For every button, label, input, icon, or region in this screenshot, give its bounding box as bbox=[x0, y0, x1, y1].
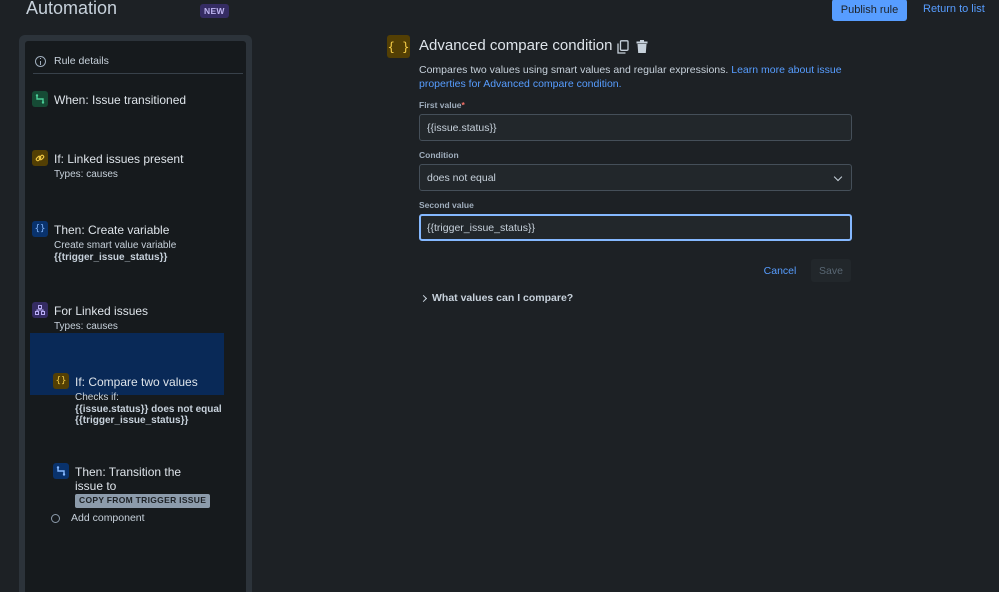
rule-details-item[interactable]: Rule details bbox=[33, 49, 243, 74]
variable-name: {{trigger_issue_status}} bbox=[54, 252, 167, 263]
condition-description: Compares two values using smart values a… bbox=[419, 63, 859, 91]
step-subtitle: Types: causes bbox=[54, 321, 118, 333]
step-then-create-variable[interactable]: {} Then: Create variable Create smart va… bbox=[32, 221, 232, 266]
expander-label: What values can I compare? bbox=[432, 292, 573, 304]
add-circle-icon bbox=[51, 514, 60, 523]
step-subtitle: Checks if: {{issue.status}} does not equ… bbox=[75, 392, 222, 427]
step-title: Then: Create variable bbox=[54, 223, 169, 237]
step-subtitle-text: Create smart value variable bbox=[54, 240, 176, 251]
braces-icon: { } bbox=[387, 35, 410, 58]
step-title: When: Issue transitioned bbox=[54, 93, 186, 107]
step-title-line-2: issue to bbox=[75, 479, 116, 493]
step-subtitle: Create smart value variable {{trigger_is… bbox=[54, 240, 176, 263]
step-subtitle: COPY FROM TRIGGER ISSUE bbox=[75, 493, 210, 508]
braces-icon: {} bbox=[53, 373, 69, 389]
step-title: If: Linked issues present bbox=[54, 152, 183, 166]
publish-rule-button[interactable]: Publish rule bbox=[832, 0, 907, 21]
return-to-list-link[interactable]: Return to list bbox=[923, 3, 985, 15]
add-component-label: Add component bbox=[71, 512, 145, 524]
step-title: For Linked issues bbox=[54, 304, 148, 318]
step-for-linked-issues[interactable]: For Linked issues Types: causes bbox=[32, 302, 232, 337]
add-component-button[interactable]: Add component bbox=[51, 512, 145, 524]
step-then-transition-issue[interactable]: Then: Transition the issue to COPY FROM … bbox=[53, 463, 238, 508]
app: Automation NEW Publish rule Return to li… bbox=[0, 0, 999, 592]
first-value-input[interactable]: {{issue.status}} bbox=[419, 114, 852, 141]
step-if-compare-two-values[interactable]: {} If: Compare two values Checks if: {{i… bbox=[53, 373, 238, 428]
condition-title: Advanced compare condition bbox=[419, 37, 612, 54]
description-text: Compares two values using smart values a… bbox=[419, 64, 731, 76]
transition-icon bbox=[32, 91, 48, 107]
info-icon bbox=[35, 56, 46, 67]
step-when-issue-transitioned[interactable]: When: Issue transitioned bbox=[32, 91, 232, 113]
second-value-label: Second value bbox=[419, 200, 474, 210]
first-value-label-text: First value bbox=[419, 100, 462, 110]
new-badge: NEW bbox=[200, 4, 229, 18]
transition-icon bbox=[53, 463, 69, 479]
condition-selected-value: does not equal bbox=[427, 172, 496, 184]
braces-icon: {} bbox=[32, 221, 48, 237]
step-subtitle-text: Checks if: bbox=[75, 392, 119, 403]
first-value-label: First value* bbox=[419, 100, 465, 110]
copy-from-trigger-tag: COPY FROM TRIGGER ISSUE bbox=[75, 494, 210, 508]
page-title: Automation bbox=[26, 0, 117, 19]
step-subtitle: Types: causes bbox=[54, 169, 118, 181]
required-marker: * bbox=[462, 100, 465, 110]
cancel-button[interactable]: Cancel bbox=[756, 260, 804, 282]
branch-icon bbox=[32, 302, 48, 318]
trash-icon[interactable] bbox=[636, 40, 648, 53]
step-title-line-1: Then: Transition the bbox=[75, 465, 181, 479]
step-title: If: Compare two values bbox=[75, 375, 198, 389]
step-title: Then: Transition the issue to bbox=[75, 465, 181, 493]
second-value-input[interactable]: {{trigger_issue_status}} bbox=[419, 214, 852, 241]
what-values-expander[interactable]: What values can I compare? bbox=[419, 292, 573, 304]
chevron-right-icon bbox=[420, 294, 427, 301]
condition-label: Condition bbox=[419, 150, 459, 160]
compare-expression-2: {{trigger_issue_status}} bbox=[75, 415, 188, 426]
chevron-down-icon bbox=[834, 173, 842, 181]
copy-icon[interactable] bbox=[617, 40, 629, 54]
condition-select[interactable]: does not equal bbox=[419, 164, 852, 191]
compare-expression: {{issue.status}} does not equal bbox=[75, 404, 222, 415]
save-button[interactable]: Save bbox=[811, 259, 851, 282]
rule-details-label: Rule details bbox=[54, 55, 109, 67]
link-icon bbox=[32, 150, 48, 166]
step-if-linked-issues-present[interactable]: If: Linked issues present Types: causes bbox=[32, 150, 232, 185]
